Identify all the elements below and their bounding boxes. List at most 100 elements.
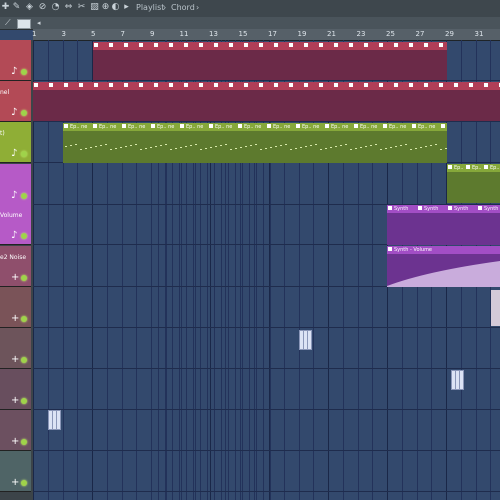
playback-icon[interactable]: ◐ [110,2,121,13]
note-icon[interactable]: ♪ [11,231,17,241]
track-enable-led[interactable] [21,275,27,281]
pattern-icon [478,206,482,210]
ep-clip-tail[interactable]: Ep.. neEp.. neEp.. ne [447,164,500,203]
breadcrumb-arrow-icon: ▸ [124,2,129,12]
pattern-icon [214,43,218,47]
playlist-grid[interactable]: Ep.. ne Ep.. ne Ep.. ne Ep.. ne Ep.. ne Ep.. … [33,40,500,500]
track-enable-led[interactable] [21,357,27,363]
clip-segment-label [318,83,333,89]
clip-segment-label [93,43,108,49]
track-enable-led[interactable] [21,69,27,75]
pattern-icon [289,83,293,87]
row-divider [33,450,500,451]
clip-segment-label [183,83,198,89]
track-enable-led[interactable] [21,398,27,404]
chord-clip[interactable] [93,42,447,80]
pattern-icon [94,83,98,87]
pattern-icon [64,124,68,128]
pattern-icon [267,124,271,128]
clip-segment-label: Ep.. ne [237,124,266,130]
clip-segment-label: Ep.. ne [121,124,150,130]
track-enable-led[interactable] [21,439,27,445]
add-icon[interactable]: + [11,478,19,488]
add-icon[interactable]: + [11,273,19,283]
clip-segment-label [438,43,447,49]
clip-segment-label: Ep.. ne [266,124,295,130]
track-enable-led[interactable] [21,480,27,486]
track-enable-led[interactable] [21,316,27,322]
slip-icon[interactable]: ⇔ [63,2,74,13]
pattern-icon [79,83,83,87]
clip-segment-label [288,43,303,49]
track-header[interactable]: e2 Noise + [0,246,31,287]
pattern-icon [184,83,188,87]
clip-segment-label [303,43,318,49]
track-header[interactable]: ♪ [0,40,31,81]
snap-icon[interactable] [17,19,31,29]
track-header[interactable]: + [0,369,31,410]
select-icon[interactable]: ▨ [89,2,100,13]
clip-segment-label: Synth [447,206,477,212]
track-header[interactable]: Volume ♪ [0,204,31,245]
note-icon[interactable]: ♪ [11,149,17,159]
clip-segment-label [213,43,228,49]
ruler-label: 11 [179,30,189,38]
pattern-icon [229,43,233,47]
clip-segment-label: Ep.. ne [295,124,324,130]
resize-icon[interactable]: ⟋ [5,18,13,27]
pattern-icon [379,43,383,47]
audio-clip-marker[interactable] [459,370,464,390]
clip-segment-label [378,83,393,89]
track-enable-led[interactable] [21,110,27,116]
clip-segment-label [198,43,213,49]
crosshair-icon[interactable]: ✚ [0,2,11,13]
pattern-arrow-icon[interactable]: › [196,2,199,13]
delete-icon[interactable]: ⊘ [37,2,48,13]
track-enable-led[interactable] [21,233,27,239]
pattern-icon [424,83,428,87]
paint-icon[interactable]: ◈ [24,2,35,13]
track-header[interactable]: + [0,287,31,328]
ruler-label: 13 [209,30,218,38]
pattern-icon [469,83,473,87]
slice-icon[interactable]: ✂ [76,2,87,13]
track-header[interactable]: + [0,451,31,492]
chord-clip-full[interactable] [33,82,500,121]
view-icon[interactable]: ◂ [37,19,46,27]
synth-volume-automation-clip[interactable]: Synth - Volume [387,246,500,287]
track-header[interactable]: + [0,410,31,451]
pattern-icon [34,83,38,87]
add-icon[interactable]: + [11,396,19,406]
track-enable-led[interactable] [21,193,27,199]
pattern-icon [364,83,368,87]
clip-header [33,82,500,90]
add-icon[interactable]: + [11,314,19,324]
ep-clip[interactable]: Ep.. ne Ep.. ne Ep.. ne Ep.. ne Ep.. ne Ep.. … [63,123,447,163]
ruler-label: 27 [415,30,425,38]
pattern-icon [94,43,98,47]
pencil-icon[interactable]: ✎ [11,2,22,13]
add-icon[interactable]: + [11,355,19,365]
pattern-icon [484,83,488,87]
note-icon[interactable]: ♪ [11,191,17,201]
clip-segment-label [468,83,483,89]
track-header[interactable]: + [0,328,31,369]
audio-clip-marker[interactable] [307,330,312,350]
mute-icon[interactable]: ◔ [50,2,61,13]
pattern-selector[interactable]: Chord [171,2,195,13]
pattern-icon [319,83,323,87]
note-icon[interactable]: ♪ [11,108,17,118]
clip-segment-label: Ep.. ne [353,124,382,130]
synth-clip[interactable]: Synth Synth Synth Synth [387,205,500,245]
track-header[interactable]: t) ♪ [0,122,31,163]
audio-clip-marker[interactable] [56,410,61,430]
track-header[interactable]: nel ♪ [0,81,31,122]
add-icon[interactable]: + [11,437,19,447]
clip-segment-label [303,83,318,89]
track-header[interactable]: ♪ [0,164,31,205]
noise-clip[interactable] [491,290,500,326]
pattern-icon [304,83,308,87]
track-enable-led[interactable] [21,151,27,157]
note-icon[interactable]: ♪ [11,67,17,77]
row-divider [33,121,500,122]
